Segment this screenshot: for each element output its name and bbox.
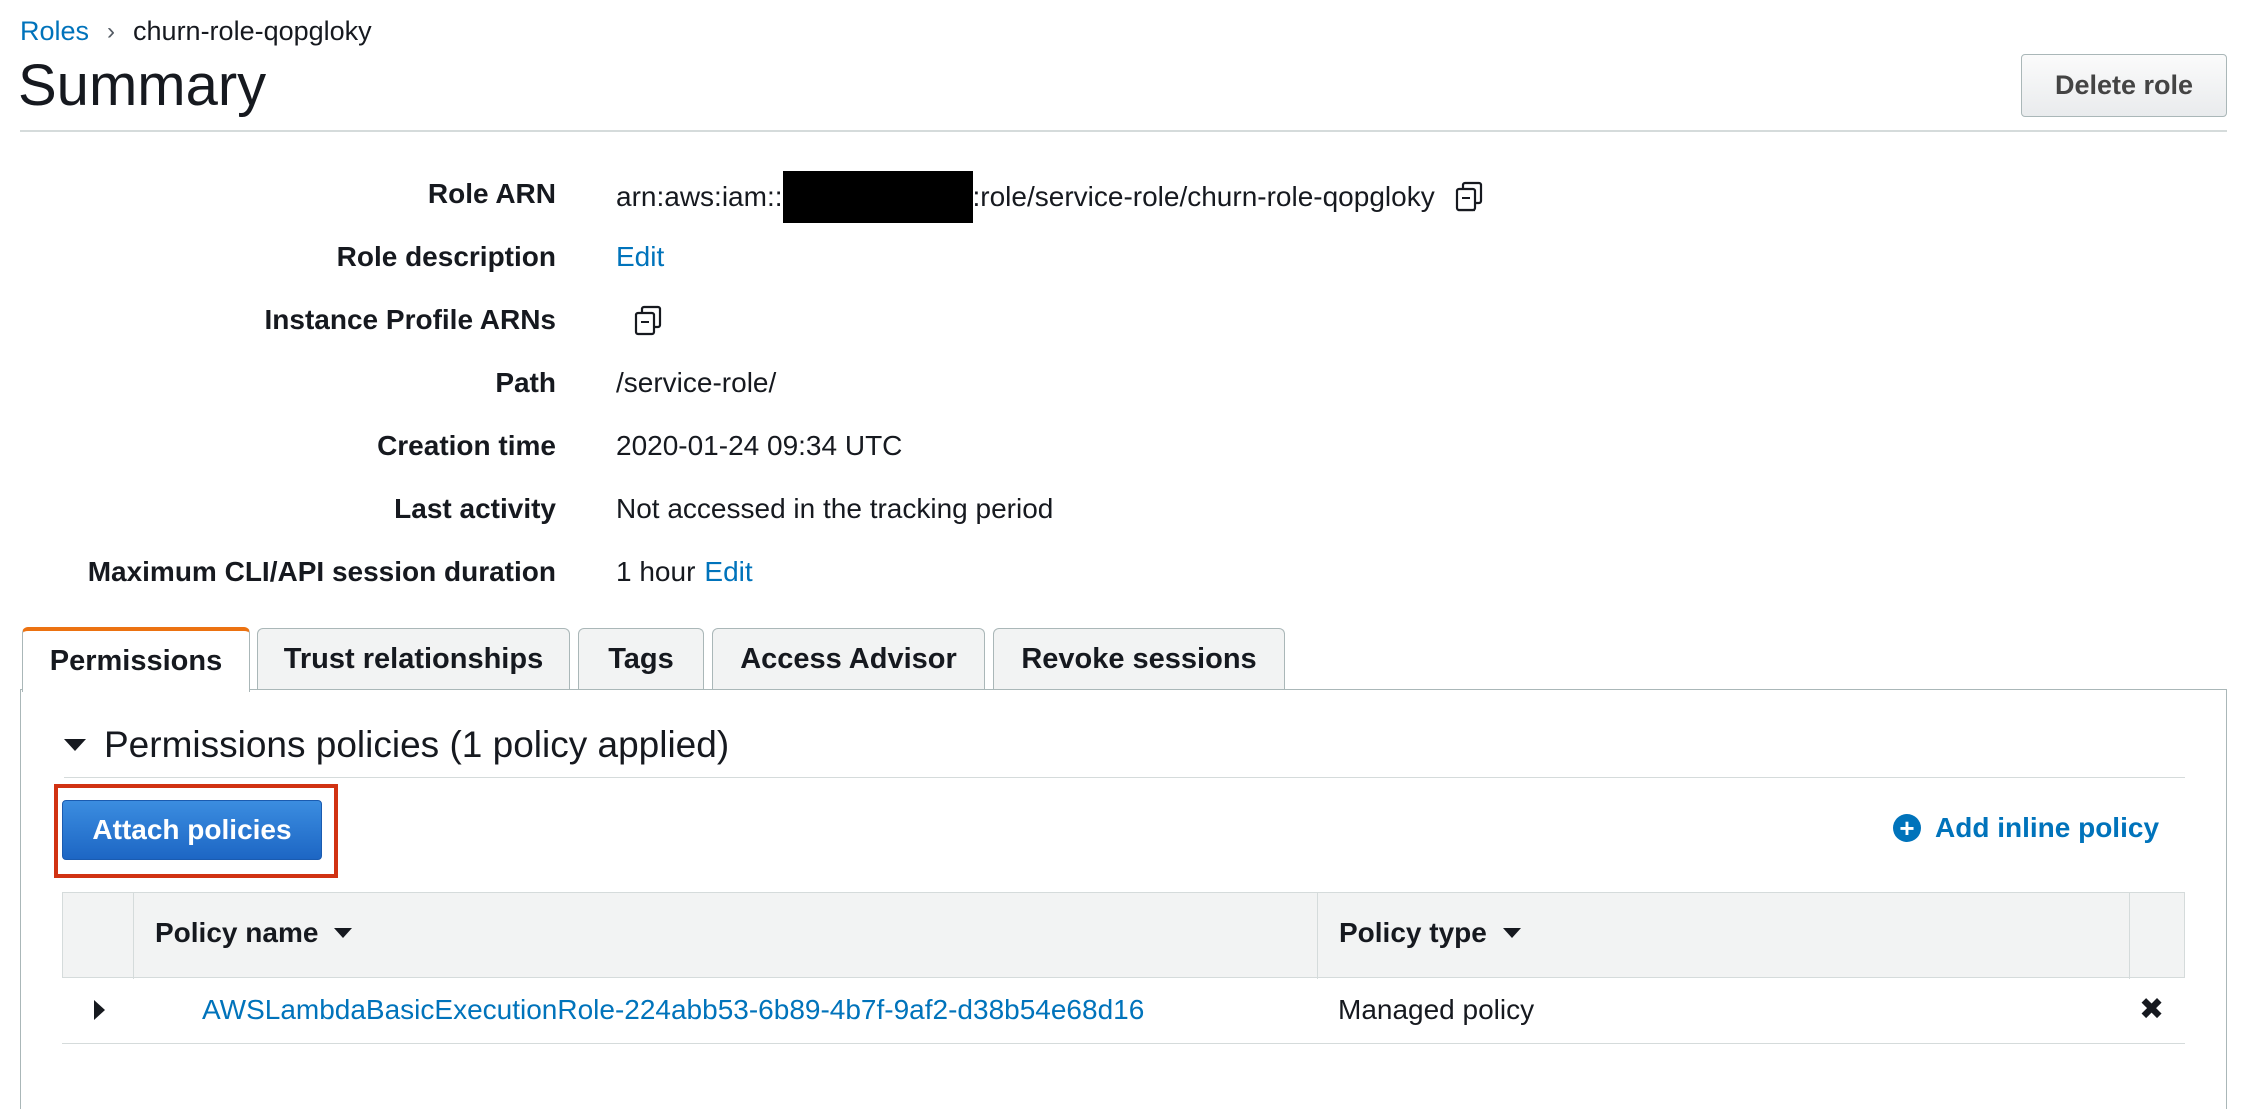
attach-policies-button[interactable]: Attach policies <box>62 800 322 860</box>
tab-permissions[interactable]: Permissions <box>22 627 250 692</box>
caret-down-icon <box>64 739 86 751</box>
permissions-section-title: Permissions policies (1 policy applied) <box>104 724 730 765</box>
column-divider <box>133 893 134 979</box>
breadcrumb-separator: › <box>107 17 116 45</box>
instance-profile-label: Instance Profile ARNs <box>264 304 556 335</box>
copy-icon[interactable] <box>1453 180 1487 214</box>
role-description-edit-link[interactable]: Edit <box>616 241 664 273</box>
column-header-policy-name-label: Policy name <box>155 917 319 948</box>
section-divider <box>64 777 2185 778</box>
breadcrumb: Roles › churn-role-qopgloky <box>20 16 372 47</box>
role-arn-value: arn:aws:iam:: :role/service-role/churn-r… <box>616 171 1487 223</box>
delete-role-button[interactable]: Delete role <box>2021 54 2227 117</box>
breadcrumb-current: churn-role-qopgloky <box>133 16 372 46</box>
tab-revoke-sessions[interactable]: Revoke sessions <box>993 628 1285 690</box>
tab-access-advisor[interactable]: Access Advisor <box>712 628 985 690</box>
last-activity-value: Not accessed in the tracking period <box>616 493 1054 524</box>
tab-tags[interactable]: Tags <box>578 628 704 690</box>
remove-x-icon[interactable]: ✖ <box>2139 992 2164 1027</box>
instance-profile-value <box>632 304 666 338</box>
session-duration-edit-link[interactable]: Edit <box>704 556 752 588</box>
expand-caret-icon[interactable] <box>94 1000 105 1020</box>
role-arn-prefix: arn:aws:iam:: <box>616 181 783 212</box>
title-divider <box>20 130 2227 132</box>
creation-time-label: Creation time <box>377 430 556 461</box>
add-inline-policy-button[interactable]: + Add inline policy <box>1893 812 2159 844</box>
session-duration-value: 1 hour Edit <box>616 556 753 588</box>
redacted-account-id <box>782 171 973 223</box>
last-activity-label: Last activity <box>394 493 556 524</box>
role-arn-suffix: :role/service-role/churn-role-qopgloky <box>972 181 1435 212</box>
table-row: AWSLambdaBasicExecutionRole-224abb53-6b8… <box>62 978 2185 1044</box>
policies-table: Policy name Policy type AWSLambdaBasicEx… <box>62 892 2185 1044</box>
column-header-policy-type[interactable]: Policy type <box>1339 917 1521 949</box>
copy-icon[interactable] <box>632 304 666 338</box>
session-duration-label: Maximum CLI/API session duration <box>87 556 556 587</box>
path-value: /service-role/ <box>616 367 777 398</box>
policy-type-value: Managed policy <box>1338 994 1535 1025</box>
plus-circle-icon: + <box>1893 814 1921 842</box>
table-header: Policy name Policy type <box>62 892 2185 979</box>
creation-time-value: 2020-01-24 09:34 UTC <box>616 430 903 461</box>
role-description-label: Role description <box>336 241 556 272</box>
add-inline-policy-label: Add inline policy <box>1935 812 2160 843</box>
policy-name-link[interactable]: AWSLambdaBasicExecutionRole-224abb53-6b8… <box>202 994 1144 1026</box>
role-arn-label: Role ARN <box>427 178 556 209</box>
path-label: Path <box>495 367 556 398</box>
role-description-value: Edit <box>616 241 664 273</box>
column-divider <box>1317 893 1318 979</box>
column-divider <box>2129 893 2130 979</box>
sort-caret-icon <box>334 928 353 938</box>
sort-caret-icon <box>1502 928 1521 938</box>
column-header-policy-name[interactable]: Policy name <box>155 917 353 949</box>
tab-trust-relationships[interactable]: Trust relationships <box>257 628 570 690</box>
page-title: Summary <box>18 53 267 118</box>
breadcrumb-roles-link[interactable]: Roles <box>20 16 89 47</box>
permissions-section-toggle[interactable]: Permissions policies (1 policy applied) <box>64 724 729 766</box>
column-header-policy-type-label: Policy type <box>1339 917 1487 948</box>
session-duration-text: 1 hour <box>616 556 696 587</box>
